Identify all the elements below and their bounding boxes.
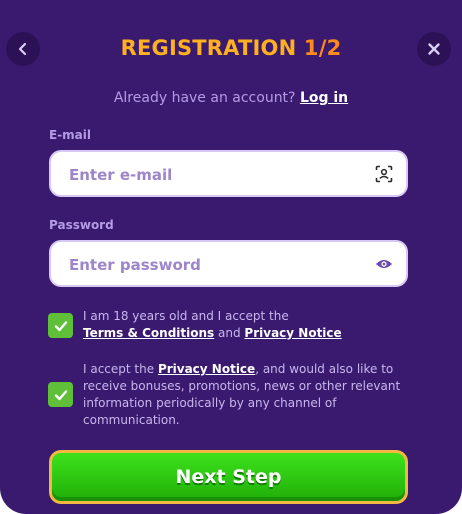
page-title: REGISTRATION 1/2: [0, 36, 462, 60]
title-text: REGISTRATION: [120, 36, 304, 60]
password-input[interactable]: [67, 242, 361, 287]
checkmark-icon: [54, 320, 67, 331]
login-prompt: Already have an account? Log in: [0, 90, 462, 106]
next-step-label: Next Step: [175, 466, 282, 488]
password-label: Password: [49, 218, 114, 232]
email-label: E-mail: [49, 128, 92, 142]
marketing-privacy-link[interactable]: Privacy Notice: [158, 362, 255, 376]
age-consent-text: I am 18 years old and I accept the Terms…: [83, 308, 413, 342]
terms-link[interactable]: Terms & Conditions: [83, 326, 214, 340]
close-icon: [428, 43, 440, 55]
checkmark-icon: [54, 389, 67, 400]
next-step-button[interactable]: Next Step: [49, 450, 408, 504]
and-text: and: [214, 326, 245, 340]
registration-modal: REGISTRATION 1/2 Already have an account…: [0, 0, 462, 514]
marketing-consent-label: I accept the: [83, 362, 158, 376]
login-link[interactable]: Log in: [300, 90, 348, 106]
age-consent-label: I am 18 years old and I accept the: [83, 309, 289, 323]
age-consent-checkbox[interactable]: [48, 313, 73, 338]
email-field: [49, 150, 408, 197]
face-scan-icon[interactable]: [374, 164, 394, 184]
privacy-link[interactable]: Privacy Notice: [244, 326, 341, 340]
marketing-consent-text: I accept the Privacy Notice, and would a…: [83, 361, 405, 429]
close-button[interactable]: [417, 32, 451, 66]
login-prompt-text: Already have an account?: [113, 90, 300, 106]
password-field: [49, 240, 408, 287]
step-indicator: 1/2: [303, 36, 342, 60]
marketing-consent-checkbox[interactable]: [48, 382, 73, 407]
eye-icon[interactable]: [374, 254, 394, 274]
email-input[interactable]: [67, 152, 361, 197]
